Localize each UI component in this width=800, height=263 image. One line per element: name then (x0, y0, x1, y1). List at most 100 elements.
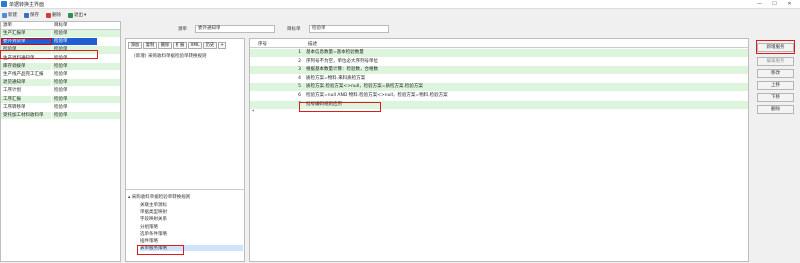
cell-seq: 3 (298, 67, 301, 73)
cell-target: 检验单 (54, 47, 68, 53)
new-row-marker: * (252, 110, 255, 116)
save-label: 保存 (30, 13, 39, 18)
table-row[interactable]: 1 基本信息数量=基本检验数量 (250, 49, 748, 57)
tree-root[interactable]: ▴ 采购收料单据检验单转换规则 (128, 194, 190, 200)
exit-icon (68, 12, 73, 18)
cell-source: 检验单 (1, 46, 52, 54)
table-row[interactable]: 库存调拨单 检验单 (1, 62, 120, 71)
grid-header: 源单 目标单 (1, 22, 120, 30)
cell-seq: 6 (298, 93, 301, 98)
cell-target: 检验单 (54, 63, 68, 69)
history-button[interactable]: 历史 (203, 42, 217, 49)
panel-divider (126, 189, 244, 190)
extend-rule-button[interactable]: 扩展 (173, 42, 187, 49)
new-button[interactable]: 新建 (2, 11, 17, 19)
cell-seq: 1 (298, 50, 301, 55)
source-label: 源单 (178, 27, 187, 32)
target-label: 目标单 (287, 27, 301, 32)
table-row[interactable]: 3 根据基本数量计算：检验数，合格数 (250, 66, 748, 75)
tree-item[interactable]: 关联主单源标 (140, 202, 167, 208)
target-field[interactable]: 检验单 (309, 25, 389, 33)
expand-icon[interactable]: ▴ (128, 195, 130, 200)
cell-desc: 检验方案=null AND 物料.检验方案<>null，检验方案=物料.检验方案 (306, 93, 448, 98)
cell-seq: 7 (298, 101, 301, 107)
table-row[interactable]: 生产汇报单 检验单 (1, 30, 120, 39)
header-source: 源单 (1, 22, 52, 29)
cell-source: 工序转移单 (1, 103, 52, 111)
table-row[interactable]: 检验单 检验单 (1, 46, 120, 55)
delete-row-button[interactable]: 删除 (757, 105, 794, 114)
table-row[interactable]: 7 批号编码规则应用 (250, 100, 748, 109)
new-document-icon (2, 12, 7, 18)
move-up-button[interactable]: 上移 (757, 81, 794, 90)
cell-seq: 2 (298, 58, 301, 64)
header-target: 目标单 (54, 23, 68, 28)
cell-source: 工序汇报 (1, 95, 52, 103)
cell-target: 检验单 (54, 104, 68, 110)
table-row[interactable]: 5 质检方案.检验方案<>null，检验方案=质检方案.检验方案 (250, 83, 748, 92)
save-button[interactable]: 保存 (24, 11, 39, 19)
source-target-grid: 源单 目标单 生产汇报单 检验单 委外到货单 检验单 检验单 检验单 生产退料通知单 检验单库… (0, 21, 121, 262)
cell-target: 检验单 (54, 88, 68, 94)
copy-rule-button[interactable]: 复制 (143, 42, 157, 49)
add-rule-button[interactable]: 添加 (128, 42, 142, 49)
rule-list-item[interactable]: (新增) 采购收料单据检验单转换规则 (134, 53, 206, 59)
table-row[interactable]: 生产线产品完工汇报 检验单 (1, 70, 120, 80)
cell-desc: 序列号不为空，单位必大序列号单位 (306, 58, 378, 64)
cell-target: 检验单 (52, 38, 97, 46)
header-seq: 序号 (258, 42, 267, 47)
minimize-button[interactable]: — (753, 0, 766, 9)
tree-item[interactable]: 单据类型映射 (140, 209, 167, 215)
cell-seq: 4 (298, 75, 301, 81)
rule-panel: 添加 复制 删除 扩展 XML 历史 + (新增) 采购收料单据检验单转换规则 … (125, 38, 245, 262)
table-row[interactable]: 2 序列号不为空，单位必大序列号单位 (250, 57, 748, 66)
cell-target: 检验单 (54, 71, 68, 77)
table-row[interactable]: 6 检验方案=null AND 物料.检验方案<>null，检验方案=物料.检验方… (250, 92, 748, 100)
delete-button[interactable]: 删除 (46, 11, 61, 19)
table-row[interactable]: 委外到货单 检验单 (1, 38, 120, 47)
tree-item[interactable]: 插件策略 (140, 238, 158, 244)
xml-button[interactable]: XML (188, 42, 202, 49)
edit-service-button[interactable]: 编辑服务 (757, 57, 794, 66)
cell-target: 检验单 (54, 31, 68, 36)
new-row[interactable]: * (250, 109, 748, 117)
new-label: 新建 (8, 13, 17, 18)
table-row[interactable]: 生产退料通知单 检验单 (1, 54, 120, 63)
move-down-button[interactable]: 下移 (757, 93, 794, 102)
cell-target: 检验单 (54, 80, 68, 86)
header-desc: 描述 (308, 42, 317, 47)
cell-source: 退货通知单 (1, 79, 52, 87)
table-row[interactable]: 工序转移单 检验单 (1, 103, 120, 112)
tree-item[interactable]: 字段映射关系 (140, 216, 167, 222)
cell-source: 受托加工材料收料单 (1, 111, 52, 120)
cell-source: 工序计划 (1, 87, 52, 95)
exit-label: 退出 (74, 13, 83, 18)
table-row[interactable]: 工序计划 检验单 (1, 87, 120, 96)
tree-item[interactable]: 分组策略 (140, 224, 158, 230)
chevron-down-icon[interactable]: ▾ (84, 13, 86, 18)
add-service-button[interactable]: 新增服务 (757, 43, 794, 52)
exit-button[interactable]: 退出 ▾ (68, 11, 86, 19)
table-row[interactable]: 受托加工材料收料单 检验单 (1, 111, 120, 121)
tree-item[interactable]: 选单条件策略 (140, 231, 167, 237)
cell-target: 检验单 (54, 96, 68, 102)
source-field[interactable]: 委外通知单 (195, 25, 275, 33)
cell-desc: 批号编码规则应用 (306, 101, 342, 107)
cell-desc: 质检方案=物料.来料质检方案 (306, 75, 366, 81)
more-button[interactable]: + (218, 42, 226, 49)
tree-item[interactable]: 表单服务策略 (140, 245, 243, 252)
close-button[interactable]: ✕ (783, 0, 796, 9)
cell-target: 检验单 (54, 55, 68, 61)
rule-detail-grid: 序号 描述 1 基本信息数量=基本检验数量 2 序列号不为空，单位必大序列号单位 3 根据… (249, 38, 749, 262)
modify-button[interactable]: 移改 (757, 69, 794, 78)
cell-source: 库存调拨单 (1, 62, 52, 70)
table-row[interactable]: 工序汇报 检验单 (1, 95, 120, 104)
maximize-button[interactable]: ☐ (768, 0, 781, 9)
delete-icon (46, 12, 51, 18)
table-row[interactable]: 退货通知单 检验单 (1, 79, 120, 88)
cell-source: 生产汇报单 (1, 30, 52, 38)
table-row[interactable]: 4 质检方案=物料.来料质检方案 (250, 74, 748, 83)
app-icon (1, 1, 7, 7)
delete-rule-button[interactable]: 删除 (158, 42, 172, 49)
tree-root-label: 采购收料单据检验单转换规则 (131, 195, 191, 200)
